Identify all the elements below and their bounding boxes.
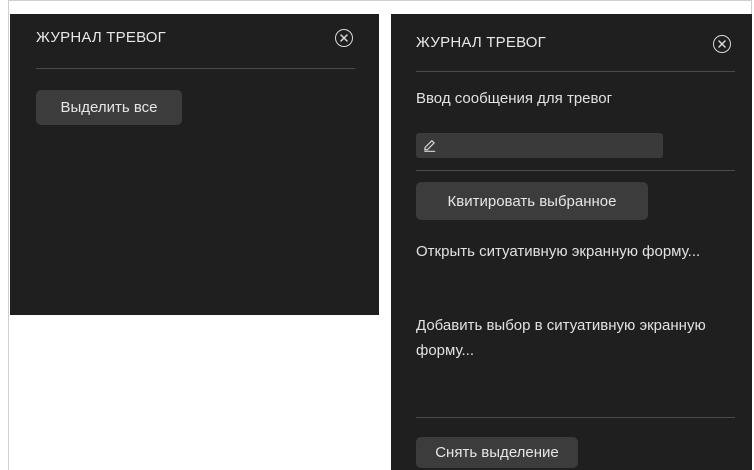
close-icon[interactable]: [335, 29, 353, 47]
divider: [416, 71, 735, 72]
alarm-message-input[interactable]: [416, 133, 663, 158]
alarm-log-panel-expanded: ЖУРНАЛ ТРЕВОГ Ввод сообщения для тревог …: [391, 14, 752, 470]
divider: [416, 170, 735, 171]
alarm-message-field[interactable]: [443, 137, 647, 154]
alarm-log-panel-collapsed: ЖУРНАЛ ТРЕВОГ Выделить все: [10, 14, 379, 315]
divider: [416, 417, 735, 418]
close-icon[interactable]: [713, 35, 731, 53]
select-all-button[interactable]: Выделить все: [36, 90, 182, 125]
add-to-situational-form-link[interactable]: Добавить выбор в ситуативную экранную фо…: [416, 313, 706, 363]
deselect-button[interactable]: Снять выделение: [416, 437, 578, 468]
acknowledge-selected-button[interactable]: Квитировать выбранное: [416, 182, 648, 220]
panel-title: ЖУРНАЛ ТРЕВОГ: [416, 34, 546, 51]
panel-title: ЖУРНАЛ ТРЕВОГ: [36, 29, 166, 46]
message-input-label: Ввод сообщения для тревог: [416, 90, 613, 107]
divider: [36, 68, 355, 69]
pencil-icon: [422, 138, 437, 153]
open-situational-form-link[interactable]: Открыть ситуативную экранную форму...: [416, 239, 706, 264]
